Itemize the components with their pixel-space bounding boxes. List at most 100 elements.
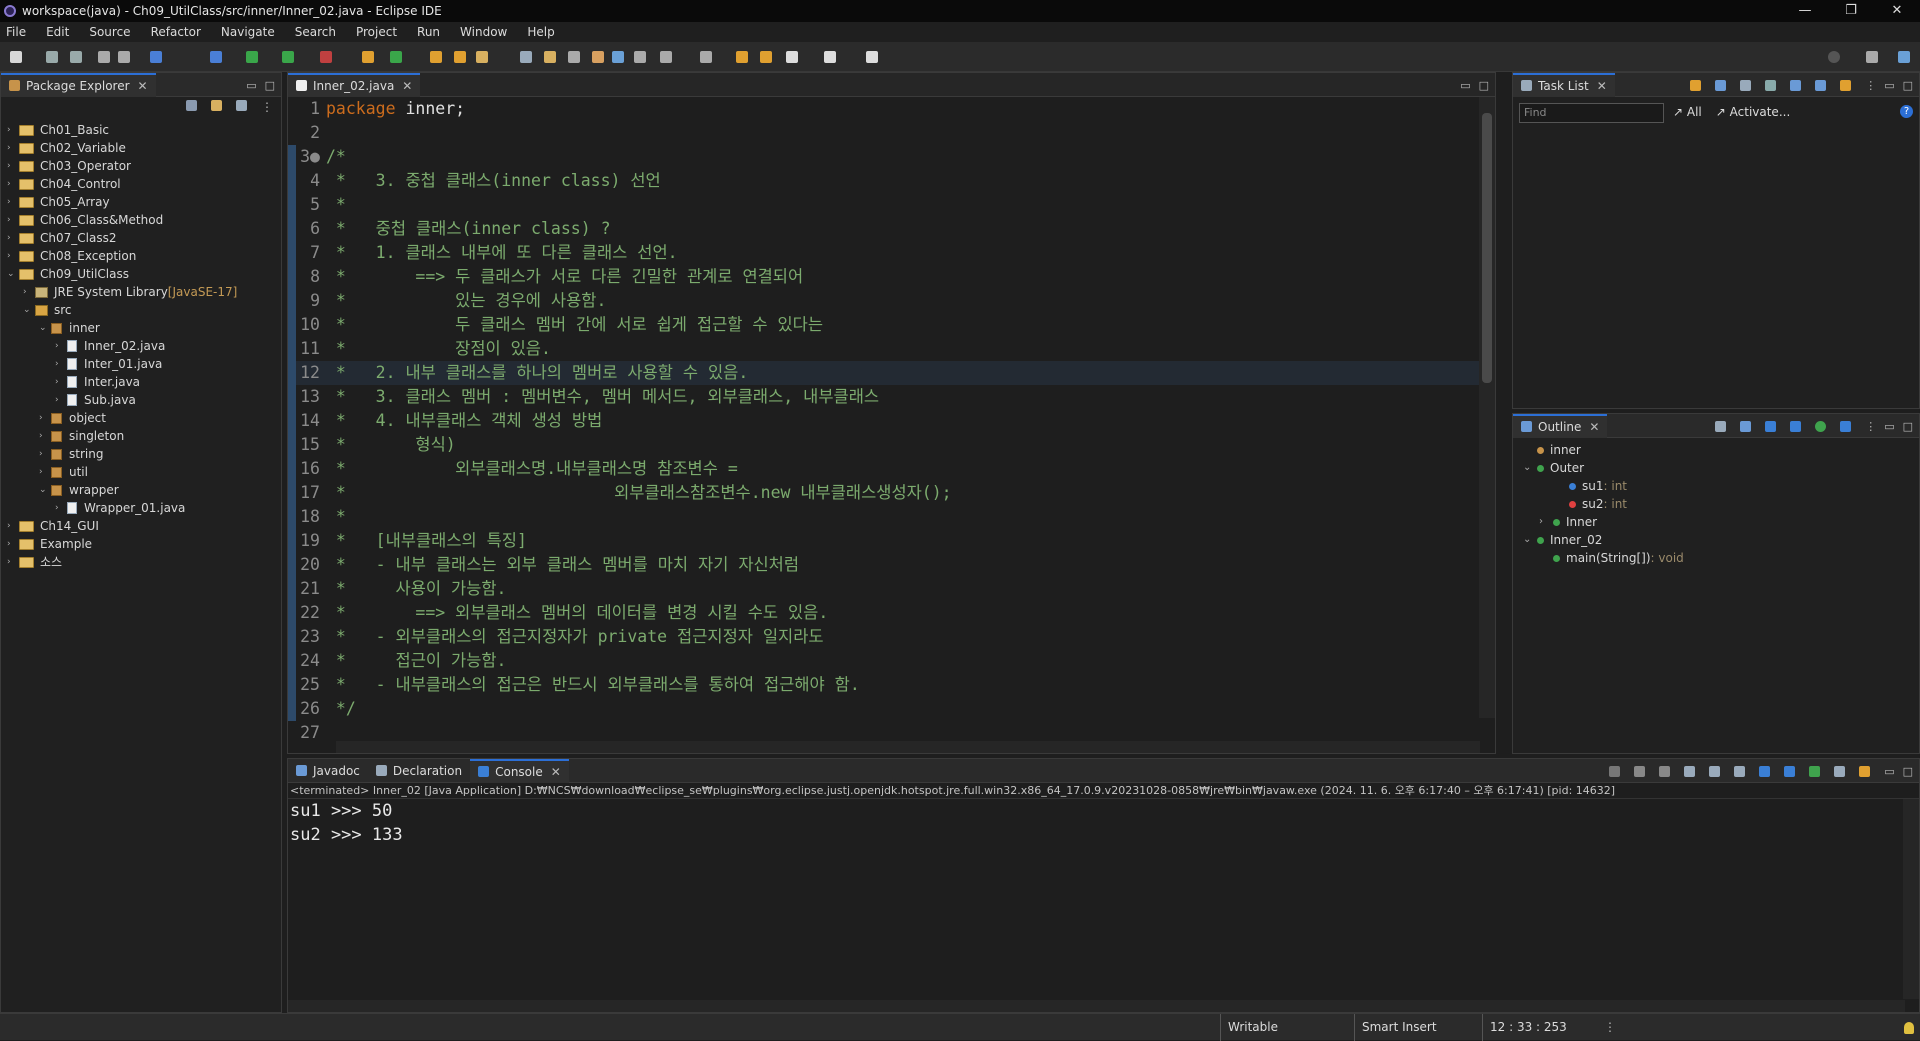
forward-edit-icon[interactable] [760, 51, 772, 63]
hide-static-icon[interactable] [1765, 420, 1777, 432]
java-perspective-icon[interactable] [1898, 51, 1910, 63]
back-icon[interactable] [786, 51, 798, 63]
tree-item[interactable]: ⌄ wrapper [7, 481, 237, 499]
tab-javadoc[interactable]: Javadoc [288, 759, 368, 783]
tree-item[interactable]: ⌄ src [7, 301, 237, 319]
open-console-icon[interactable] [1809, 765, 1821, 777]
expand-icon[interactable]: ⌄ [1523, 459, 1537, 477]
expand-icon[interactable]: › [7, 157, 19, 175]
close-icon[interactable]: ✕ [551, 765, 561, 779]
minimize-icon[interactable]: ▭ [1460, 79, 1470, 92]
tree-item[interactable]: › Ch06_Class&Method [7, 211, 237, 229]
tree-item[interactable]: › Inner_02.java [7, 337, 237, 355]
filter-icon[interactable] [236, 100, 247, 111]
close-icon[interactable]: ✕ [1597, 79, 1607, 93]
expand-icon[interactable]: › [7, 247, 19, 265]
tree-item[interactable]: › util [7, 463, 237, 481]
expand-icon[interactable]: › [55, 391, 67, 409]
whitespace-icon[interactable] [634, 51, 646, 63]
open-task-icon[interactable] [454, 51, 466, 63]
new-java-project-icon[interactable] [362, 51, 374, 63]
prev-annotation-icon[interactable] [700, 51, 712, 63]
outline-item[interactable]: ⌄ Outer [1523, 459, 1684, 477]
sort-icon[interactable] [1715, 420, 1727, 432]
tree-item[interactable]: › string [7, 445, 237, 463]
menu-project[interactable]: Project [356, 25, 397, 39]
outline-item[interactable]: inner [1523, 441, 1684, 459]
view-menu-icon[interactable]: ⋮ [1865, 79, 1876, 92]
code-area[interactable]: 1 package inner; 2 3●/* 4 * 3. 중첩 클래스(inner … [288, 97, 1480, 742]
expand-icon[interactable]: ⌄ [39, 319, 51, 337]
menu-search[interactable]: Search [295, 25, 336, 39]
display-console-icon[interactable] [1784, 765, 1796, 777]
expand-icon[interactable]: ⌄ [39, 481, 51, 499]
tip-icon[interactable] [1904, 1022, 1914, 1034]
menu-window[interactable]: Window [460, 25, 507, 39]
collapse-icon[interactable] [1815, 79, 1827, 91]
expand-icon[interactable]: › [7, 139, 19, 157]
restore-button[interactable]: ❐ [1828, 0, 1874, 22]
external-tools-icon[interactable] [320, 51, 332, 63]
new-console-icon[interactable] [1859, 765, 1871, 777]
tab-task-list[interactable]: Task List ✕ [1513, 72, 1615, 97]
tab-console[interactable]: Console ✕ [470, 758, 569, 783]
coverage-icon[interactable] [282, 51, 294, 63]
terminal-icon[interactable] [150, 51, 162, 63]
open-perspective-icon[interactable] [1866, 51, 1878, 63]
expand-icon[interactable]: › [39, 445, 51, 463]
tree-item[interactable]: › Sub.java [7, 391, 237, 409]
activate-link[interactable]: ↗ Activate... [1716, 105, 1791, 119]
expand-icon[interactable]: ⌄ [7, 265, 19, 283]
insert-mode-status[interactable]: Smart Insert [1354, 1014, 1437, 1041]
tree-item[interactable]: › Ch08_Exception [7, 247, 237, 265]
hide-completed-icon[interactable] [1765, 79, 1777, 91]
expand-icon[interactable]: › [39, 427, 51, 445]
close-icon[interactable]: ✕ [402, 79, 412, 93]
close-icon[interactable]: ✕ [138, 79, 148, 93]
menu-source[interactable]: Source [89, 25, 130, 39]
expand-icon[interactable]: › [23, 283, 35, 301]
expand-icon[interactable]: › [1539, 513, 1553, 531]
hide-fields-icon[interactable] [1740, 420, 1752, 432]
toggle-block-icon[interactable] [568, 51, 580, 63]
task-find-input[interactable]: Find [1519, 103, 1664, 123]
categorized-icon[interactable] [1715, 79, 1727, 91]
expand-icon[interactable]: › [7, 121, 19, 139]
expand-icon[interactable]: ⌄ [23, 301, 35, 319]
minimize-icon[interactable]: ▭ [1884, 79, 1894, 92]
view-menu-icon[interactable]: ⋮ [1865, 420, 1876, 433]
console-vertical-scrollbar[interactable] [1903, 799, 1919, 999]
forward-icon[interactable] [824, 51, 836, 63]
new-task-icon[interactable] [1690, 79, 1702, 91]
remove-all-icon[interactable] [1659, 765, 1671, 777]
pin-editor-icon[interactable] [866, 51, 878, 63]
annotation-icon[interactable] [544, 51, 556, 63]
expand-icon[interactable]: › [7, 211, 19, 229]
tree-item[interactable]: › JRE System Library [JavaSE-17] [7, 283, 237, 301]
help-icon[interactable]: ? [1900, 105, 1913, 118]
tree-item[interactable]: › Ch01_Basic [7, 121, 237, 139]
expand-icon[interactable]: › [39, 463, 51, 481]
run-icon[interactable] [246, 51, 258, 63]
view-menu-icon[interactable]: ⋮ [261, 100, 273, 114]
all-filter[interactable]: ↗ All [1673, 105, 1702, 119]
search-toolbar-icon[interactable] [476, 51, 488, 63]
new-icon[interactable] [10, 51, 22, 63]
sync-icon[interactable] [1840, 79, 1852, 91]
outline-item[interactable]: su2 : int [1523, 495, 1684, 513]
expand-icon[interactable]: › [7, 553, 19, 571]
tree-item[interactable]: › Inter.java [7, 373, 237, 391]
tree-item[interactable]: › Ch07_Class2 [7, 229, 237, 247]
expand-icon[interactable]: › [7, 229, 19, 247]
search-icon[interactable] [1828, 51, 1840, 63]
hide-local-types-icon[interactable] [1815, 420, 1827, 432]
console-output[interactable]: su1 >>> 50 su2 >>> 133 [288, 799, 1919, 847]
tab-declaration[interactable]: Declaration [368, 759, 470, 783]
outline-item[interactable]: su1 : int [1523, 477, 1684, 495]
menu-refactor[interactable]: Refactor [151, 25, 201, 39]
close-icon[interactable]: ✕ [1589, 420, 1599, 434]
console-horizontal-scrollbar[interactable] [288, 1000, 1905, 1012]
minimize-icon[interactable]: ▭ [246, 79, 256, 92]
display-selected-icon[interactable] [1834, 765, 1846, 777]
tree-item[interactable]: › Inter_01.java [7, 355, 237, 373]
